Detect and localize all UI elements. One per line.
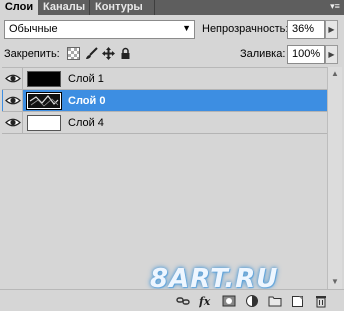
- blend-mode-value: Обычные: [9, 23, 58, 35]
- lock-label: Закрепить:: [4, 48, 60, 60]
- layer-thumbnail: [26, 92, 62, 110]
- lock-icon[interactable]: [119, 47, 132, 60]
- layer-thumbnail: [27, 115, 61, 131]
- move-icon[interactable]: [102, 47, 115, 60]
- scroll-down-icon[interactable]: ▼: [328, 275, 342, 289]
- adjustment-icon[interactable]: [245, 294, 259, 308]
- opacity-slider-button[interactable]: ▶: [325, 20, 338, 39]
- tab-paths[interactable]: Контуры: [91, 0, 155, 15]
- eye-icon[interactable]: [3, 90, 23, 111]
- layer-name: Слой 1: [68, 73, 104, 85]
- new-layer-icon[interactable]: [291, 294, 305, 308]
- folder-icon[interactable]: [268, 294, 282, 308]
- chevron-down-icon: ▼: [182, 23, 191, 33]
- fx-icon[interactable]: fx: [198, 294, 213, 308]
- blend-mode-select[interactable]: Обычные ▼: [4, 20, 195, 39]
- tab-channels[interactable]: Каналы: [39, 0, 90, 15]
- layer-row-selected[interactable]: Слой 0: [2, 90, 327, 112]
- mask-icon[interactable]: [222, 294, 236, 308]
- layer-row[interactable]: Слой 1: [2, 68, 327, 90]
- fill-slider-button[interactable]: ▶: [325, 45, 338, 64]
- panel-menu-icon[interactable]: ▾≡: [328, 0, 342, 15]
- layer-thumbnail: [27, 71, 61, 87]
- opacity-label: Непрозрачность:: [202, 23, 289, 35]
- fill-label: Заливка:: [240, 48, 286, 60]
- eye-icon[interactable]: [3, 112, 23, 133]
- panel-tab-strip: Слои Каналы Контуры ▾≡: [0, 0, 344, 15]
- tab-layers[interactable]: Слои: [0, 0, 38, 15]
- layer-name: Слой 0: [68, 95, 106, 107]
- layers-scrollbar[interactable]: ▲ ▼: [327, 67, 342, 289]
- layer-name: Слой 4: [68, 117, 104, 129]
- layers-bottom-toolbar: fx: [0, 289, 344, 311]
- opacity-input[interactable]: 36%: [287, 20, 325, 39]
- lock-transparency-icon[interactable]: [67, 47, 80, 60]
- layer-row[interactable]: Слой 4: [2, 112, 327, 134]
- link-icon[interactable]: [176, 294, 190, 308]
- eye-icon[interactable]: [3, 68, 23, 89]
- svg-text:fx: fx: [199, 295, 211, 308]
- brush-icon[interactable]: [85, 47, 98, 60]
- trash-icon[interactable]: [314, 294, 328, 308]
- layers-list: Слой 1 Слой 0 Слой 4: [2, 67, 327, 289]
- fill-input[interactable]: 100%: [287, 45, 325, 64]
- scroll-up-icon[interactable]: ▲: [328, 67, 342, 81]
